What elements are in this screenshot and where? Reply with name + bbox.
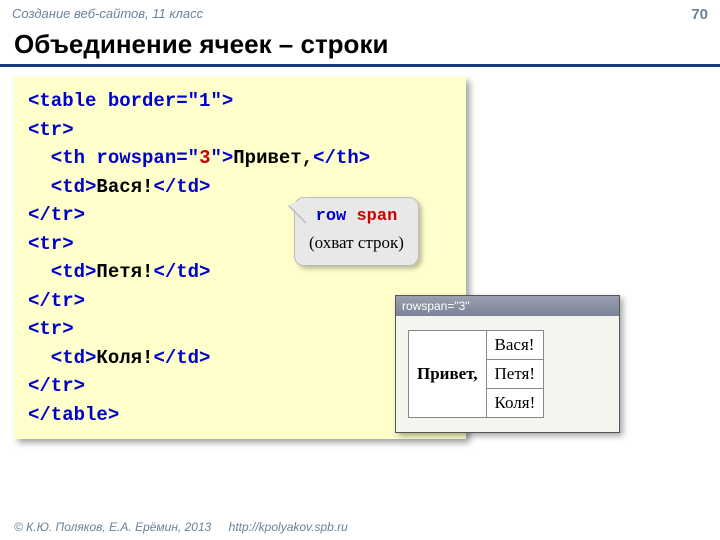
header-bar: Создание веб-сайтов, 11 класс 70 (0, 0, 720, 25)
copyright: © К.Ю. Поляков, Е.А. Ерёмин, 2013 (14, 520, 211, 534)
callout-term-a: row (316, 207, 347, 226)
code-token: </tr> (28, 204, 85, 226)
code-token: </td> (153, 261, 210, 283)
demo-th: Привет, (409, 331, 487, 418)
code-token: </td> (153, 176, 210, 198)
code-token: <td> (28, 261, 96, 283)
code-token: Петя! (96, 261, 153, 283)
footer-url: http://kpolyakov.spb.ru (229, 520, 348, 534)
footer: © К.Ю. Поляков, Е.А. Ерёмин, 2013 http:/… (14, 520, 348, 534)
callout-subtitle: (охват строк) (309, 233, 404, 252)
code-token: <td> (28, 347, 96, 369)
code-token: <tr> (28, 233, 74, 255)
page-title: Объединение ячеек – строки (0, 25, 720, 67)
code-token: "> (210, 147, 233, 169)
demo-td: Коля! (486, 389, 544, 418)
code-token: =" (176, 147, 199, 169)
callout-tail (289, 197, 307, 223)
code-token: </tr> (28, 290, 85, 312)
code-token: </tr> (28, 375, 85, 397)
code-token: Привет, (233, 147, 313, 169)
demo-table: Привет, Вася! Петя! Коля! (408, 330, 544, 418)
callout-term-b: span (356, 207, 397, 226)
demo-td: Вася! (486, 331, 544, 360)
code-token: ="1"> (176, 90, 233, 112)
code-token: <tr> (28, 119, 74, 141)
code-token: <tr> (28, 318, 74, 340)
preview-window: rowspan="3" Привет, Вася! Петя! Коля! (395, 295, 620, 433)
code-token: border (108, 90, 176, 112)
code-token: Вася! (96, 176, 153, 198)
preview-titlebar: rowspan="3" (396, 296, 619, 316)
callout-bubble: row span (охват строк) (294, 197, 419, 266)
code-token: <table (28, 90, 108, 112)
table-row: Привет, Вася! (409, 331, 544, 360)
demo-td: Петя! (486, 360, 544, 389)
code-token: <td> (28, 176, 96, 198)
course-label: Создание веб-сайтов, 11 класс (12, 6, 203, 23)
preview-body: Привет, Вася! Петя! Коля! (396, 316, 619, 432)
code-token: </th> (313, 147, 370, 169)
code-token: 3 (199, 147, 210, 169)
page-number: 70 (691, 6, 708, 23)
code-token: </td> (153, 347, 210, 369)
code-token: rowspan (96, 147, 176, 169)
code-token: </table> (28, 404, 119, 426)
code-token: Коля! (96, 347, 153, 369)
code-token: <th (28, 147, 96, 169)
